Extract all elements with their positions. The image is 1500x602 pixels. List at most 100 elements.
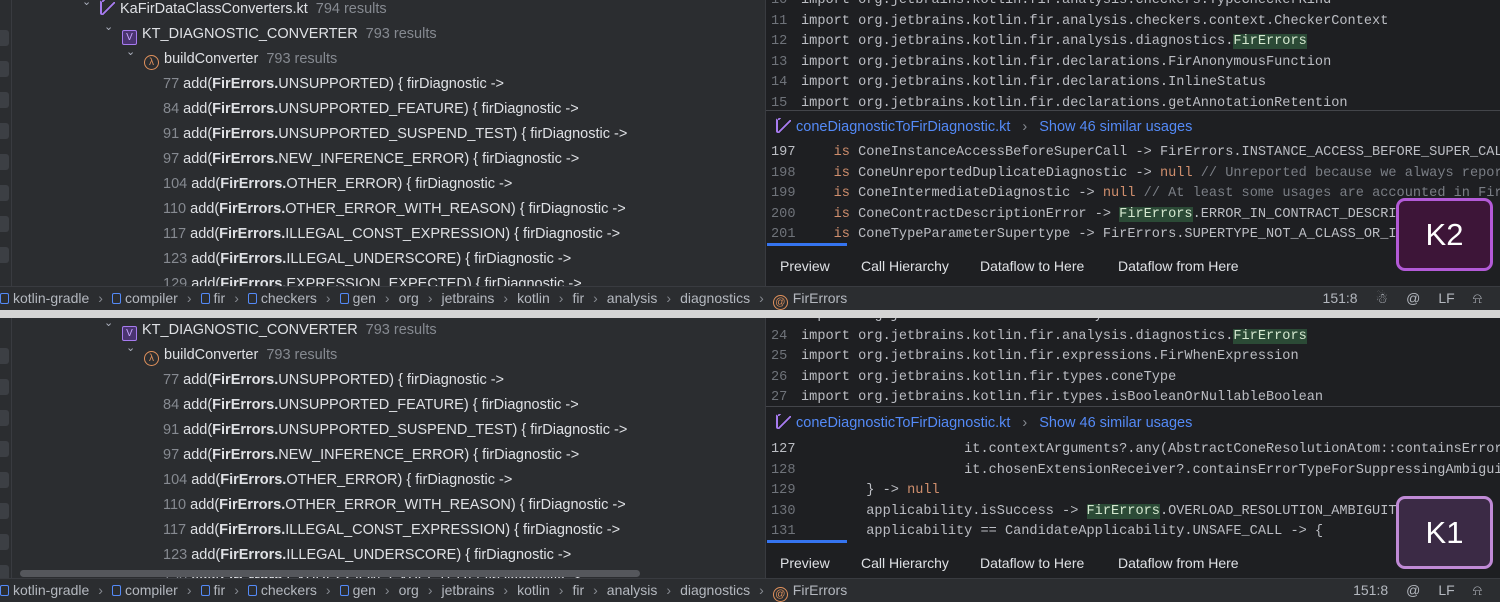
similar-usages-link[interactable]: Show 46 similar usages (1039, 415, 1192, 431)
spiral-icon[interactable]: @ (1406, 290, 1420, 306)
usage-file-link[interactable]: coneDiagnosticToFirDiagnostic.kt (796, 415, 1010, 431)
tab-dataflow-to-here[interactable]: Dataflow to Here (980, 256, 1084, 276)
breadcrumb-item[interactable]: fir (572, 290, 584, 306)
chevron-right-icon: › (384, 582, 390, 598)
chevron-down-icon[interactable]: ⌄ (126, 45, 135, 58)
document-icon[interactable] (0, 247, 9, 263)
tree-row-usage[interactable]: 104 add(FirErrors.OTHER_ERROR) { firDiagn… (163, 470, 512, 490)
chevron-down-icon[interactable]: ⌄ (126, 341, 135, 354)
folder-icon (111, 585, 121, 596)
breadcrumb-item[interactable]: gen (353, 582, 376, 598)
terminal-icon[interactable] (0, 472, 9, 488)
usage-file-link[interactable]: coneDiagnosticToFirDiagnostic.kt (796, 119, 1010, 135)
breadcrumb-item[interactable]: diagnostics (680, 290, 750, 306)
code-token: import org.jetbrains.kotlin.fir.types.is… (801, 390, 1324, 405)
breadcrumb-item[interactable]: compiler (125, 582, 178, 598)
usages-tree: KaFirDataClassConverters.kt 794 results ⌄ V… (0, 0, 765, 286)
tree-row-val[interactable]: V KT_DIAGNOSTIC_CONVERTER 793 results (122, 24, 437, 45)
caret-position[interactable]: 151:8 (1353, 582, 1388, 598)
tree-row-usage[interactable]: 129 add(FirErrors.EXPRESSION_EXPECTED) { … (163, 274, 582, 286)
breadcrumb-item[interactable]: analysis (607, 582, 658, 598)
tree-row-usage[interactable]: 97 add(FirErrors.NEW_INFERENCE_ERROR) { f… (163, 445, 579, 465)
chevron-down-icon[interactable]: ⌄ (104, 20, 113, 33)
tab-call-hierarchy[interactable]: Call Hierarchy (861, 553, 949, 573)
collapse-icon[interactable] (0, 216, 9, 232)
breadcrumb-item[interactable]: fir (214, 290, 226, 306)
tab-dataflow-to-here[interactable]: Dataflow to Here (980, 553, 1084, 573)
tree-row-usage[interactable]: 110 add(FirErrors.OTHER_ERROR_WITH_REASON… (163, 495, 626, 515)
settings-icon[interactable] (0, 123, 9, 139)
breadcrumb-item[interactable]: compiler (125, 290, 178, 306)
tree-row-usage[interactable]: 91 add(FirErrors.UNSUPPORTED_SUSPEND_TEST… (163, 420, 627, 440)
breadcrumb-item[interactable]: fir (214, 582, 226, 598)
code-token: import org.jetbrains.kotlin.fir.declarat… (801, 95, 1348, 111)
breadcrumb-item[interactable]: kotlin (517, 582, 550, 598)
tree-row-val[interactable]: V KT_DIAGNOSTIC_CONVERTER 793 results (122, 320, 437, 341)
breadcrumb-item[interactable]: checkers (261, 582, 317, 598)
stop-icon[interactable] (0, 92, 9, 108)
terminal-icon[interactable] (0, 154, 9, 170)
tab-dataflow-from-here[interactable]: Dataflow from Here (1118, 256, 1239, 276)
similar-usages-link[interactable]: Show 46 similar usages (1039, 119, 1192, 135)
tree-row-usage[interactable]: 117 add(FirErrors.ILLEGAL_CONST_EXPRESSIO… (163, 520, 620, 540)
tree-row-file[interactable]: KaFirDataClassConverters.kt 794 results (100, 0, 387, 19)
chevron-down-icon[interactable]: ⌄ (82, 0, 91, 8)
settings-icon[interactable] (0, 441, 9, 457)
breadcrumb-item[interactable]: org (399, 582, 419, 598)
tab-preview[interactable]: Preview (780, 256, 830, 276)
tree-row-usage[interactable]: 97 add(FirErrors.NEW_INFERENCE_ERROR) { f… (163, 149, 579, 169)
collapse-icon[interactable] (0, 534, 9, 550)
ai-assistant-icon[interactable]: ☃ (1376, 290, 1389, 306)
run-icon[interactable] (0, 379, 9, 395)
tree-row-lambda[interactable]: λ buildConverter 793 results (144, 345, 337, 366)
tree-row-usage[interactable]: 104 add(FirErrors.OTHER_ERROR) { firDiagn… (163, 174, 512, 194)
kotlin-file-icon (776, 414, 791, 429)
tree-row-usage[interactable]: 117 add(FirErrors.ILLEGAL_CONST_EXPRESSIO… (163, 224, 620, 244)
code-token: import org.jetbrains.kotlin.fir.types.co… (801, 369, 1177, 385)
line-separator[interactable]: LF (1438, 290, 1454, 306)
breadcrumb-item[interactable]: kotlin-gradle (13, 582, 89, 598)
line-number: 13 (771, 54, 788, 70)
breadcrumb-item[interactable]: diagnostics (680, 582, 750, 598)
bell-icon[interactable]: ⍾ (1473, 290, 1482, 306)
horizontal-scrollbar[interactable] (20, 570, 640, 577)
line-number: 117 (163, 226, 187, 242)
tab-preview[interactable]: Preview (780, 553, 830, 573)
breadcrumb-item[interactable]: kotlin (517, 290, 550, 306)
breadcrumb-item[interactable]: FirErrors (793, 290, 847, 306)
tree-row-usage[interactable]: 84 add(FirErrors.UNSUPPORTED_FEATURE) { f… (163, 99, 579, 119)
breadcrumb-item[interactable]: gen (353, 290, 376, 306)
caret-position[interactable]: 151:8 (1323, 290, 1358, 306)
breadcrumb-item[interactable]: fir (572, 582, 584, 598)
ide-window-k2: KaFirDataClassConverters.kt 794 results ⌄ V… (0, 0, 1500, 310)
tree-row-usage[interactable]: 110 add(FirErrors.OTHER_ERROR_WITH_REASON… (163, 199, 626, 219)
breadcrumb-item[interactable]: jetbrains (442, 290, 495, 306)
tree-row-usage[interactable]: 77 add(FirErrors.UNSUPPORTED) { firDiagno… (163, 370, 504, 390)
eye-icon[interactable] (0, 30, 9, 46)
bell-icon[interactable]: ⍾ (1473, 582, 1482, 598)
breadcrumb-item[interactable]: org (399, 290, 419, 306)
stop-icon[interactable] (0, 410, 9, 426)
tab-dataflow-from-here[interactable]: Dataflow from Here (1118, 553, 1239, 573)
breadcrumb-item[interactable]: jetbrains (442, 582, 495, 598)
breadcrumb-item[interactable]: checkers (261, 290, 317, 306)
tree-row-usage[interactable]: 123 add(FirErrors.ILLEGAL_UNDERSCORE) { f… (163, 545, 571, 565)
chevron-down-icon[interactable]: ⌄ (104, 318, 113, 329)
tree-row-lambda[interactable]: λ buildConverter 793 results (144, 49, 337, 70)
eye-icon[interactable] (0, 348, 9, 364)
breadcrumb-item[interactable]: FirErrors (793, 582, 847, 598)
tree-row-usage[interactable]: 91 add(FirErrors.UNSUPPORTED_SUSPEND_TEST… (163, 124, 627, 144)
refresh-icon[interactable] (0, 503, 9, 519)
breadcrumb-item[interactable]: analysis (607, 290, 658, 306)
tab-call-hierarchy[interactable]: Call Hierarchy (861, 256, 949, 276)
tree-row-usage[interactable]: 84 add(FirErrors.UNSUPPORTED_FEATURE) { f… (163, 395, 579, 415)
run-icon[interactable] (0, 61, 9, 77)
tree-row-usage[interactable]: 123 add(FirErrors.ILLEGAL_UNDERSCORE) { f… (163, 249, 571, 269)
line-separator[interactable]: LF (1438, 582, 1454, 598)
refresh-icon[interactable] (0, 185, 9, 201)
breadcrumb-item[interactable]: kotlin-gradle (13, 290, 89, 306)
spiral-icon[interactable]: @ (1406, 582, 1420, 598)
chevron-right-icon: › (98, 582, 103, 598)
tree-row-usage[interactable]: 77 add(FirErrors.UNSUPPORTED) { firDiagno… (163, 74, 504, 94)
lambda-icon: λ (144, 55, 159, 70)
